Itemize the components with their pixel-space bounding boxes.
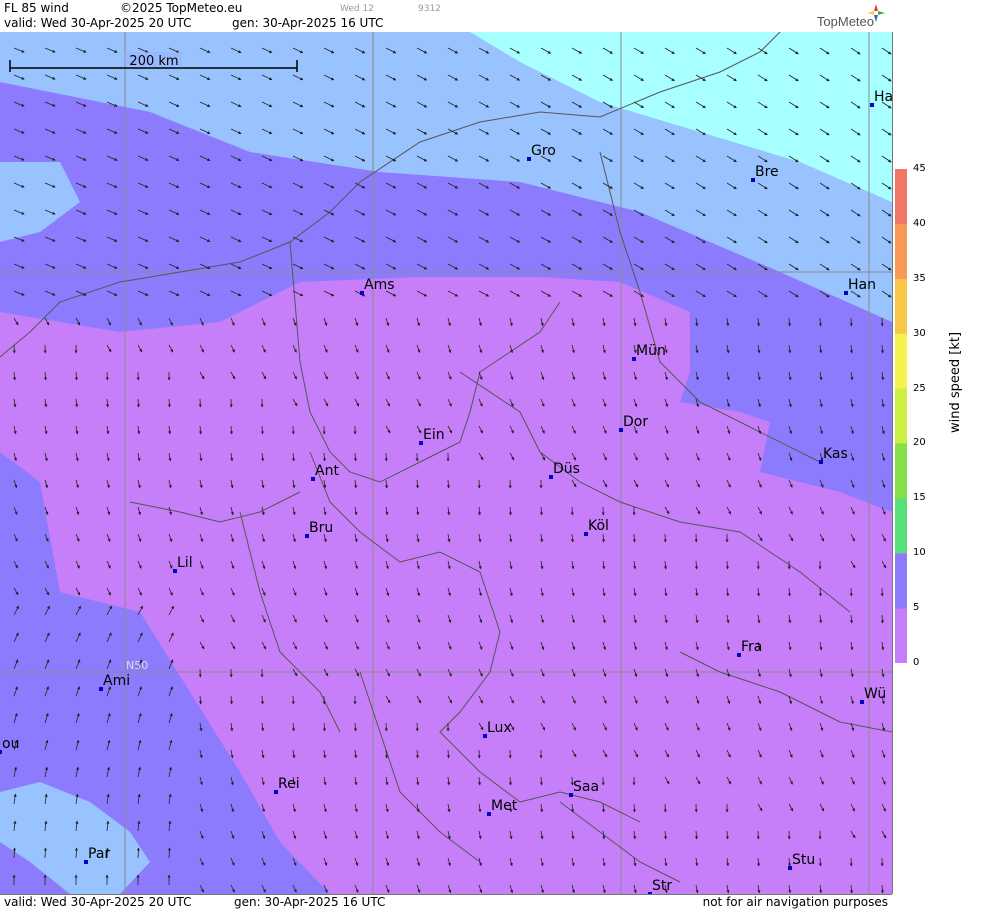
colorbar-tick: 5 xyxy=(913,602,919,613)
valid-time: valid: Wed 30-Apr-2025 20 UTC xyxy=(4,16,191,30)
map-header: FL 85 wind ©2025 TopMeteo.eu Wed 12 9312… xyxy=(0,0,892,33)
city-marker: Bru xyxy=(305,520,333,538)
city-label: ou xyxy=(2,736,19,752)
city-label: Lil xyxy=(177,555,193,571)
colorbar-tick: 0 xyxy=(913,657,919,668)
legend-title: wind speed [kt] xyxy=(948,332,963,433)
city-marker: Wü xyxy=(860,686,886,704)
legend-panel: 45 40 35 30 25 20 15 10 5 0 wind speed [kt] xyxy=(893,0,983,909)
city-label: Stu xyxy=(792,852,815,868)
colorbar-tick: 10 xyxy=(913,547,926,558)
graticule-label: N50 xyxy=(126,659,148,672)
colorbar-segment xyxy=(895,279,907,334)
city-marker: Mün xyxy=(632,343,666,361)
logo-text: TopMeteo xyxy=(817,14,874,29)
small-code-label: 9312 xyxy=(418,4,441,14)
colorbar-segment xyxy=(895,553,907,608)
wind-map[interactable]: 200 km N50 Gro Bre Ha Ams Han Mün Dor Ein Ant Düs… xyxy=(0,32,893,894)
city-marker: Bre xyxy=(751,164,779,182)
city-label: Saa xyxy=(573,779,599,795)
city-label: Rei xyxy=(278,776,300,792)
city-marker: ou xyxy=(0,736,19,754)
city-marker: Köl xyxy=(584,518,609,536)
copyright-text: ©2025 TopMeteo.eu xyxy=(120,1,242,15)
city-label: Ha xyxy=(874,89,892,105)
colorbar-tick: 30 xyxy=(913,328,926,339)
city-label: Lux xyxy=(487,720,512,736)
city-label: Ein xyxy=(423,427,445,443)
city-label: Met xyxy=(491,798,518,814)
city-label: Mün xyxy=(636,343,666,359)
city-marker: Gro xyxy=(527,143,556,161)
generated-time: gen: 30-Apr-2025 16 UTC xyxy=(232,16,383,30)
city-marker: Ami xyxy=(99,673,130,691)
city-marker: Dor xyxy=(619,414,648,432)
colorbar-tick: 45 xyxy=(913,163,926,174)
colorbar-tick: 35 xyxy=(913,273,926,284)
city-marker: Kas xyxy=(819,446,848,464)
city-marker: Met xyxy=(487,798,518,816)
colorbar-tick: 15 xyxy=(913,492,926,503)
city-label: Köl xyxy=(588,518,609,534)
city-label: Ams xyxy=(364,277,395,293)
city-marker: Ha xyxy=(870,89,892,107)
footer-generated-time: gen: 30-Apr-2025 16 UTC xyxy=(234,895,385,909)
map-footer: valid: Wed 30-Apr-2025 20 UTC gen: 30-Ap… xyxy=(0,894,892,910)
city-marker: Stu xyxy=(788,852,815,870)
city-label: Düs xyxy=(553,461,580,477)
colorbar-segment xyxy=(895,169,907,224)
city-label: Ami xyxy=(103,673,130,689)
small-day-label: Wed 12 xyxy=(340,4,374,14)
city-label: Gro xyxy=(531,143,556,159)
colorbar xyxy=(895,169,907,663)
colorbar-tick: 40 xyxy=(913,218,926,229)
colorbar-segment xyxy=(895,389,907,444)
disclaimer-text: not for air navigation purposes xyxy=(703,895,888,909)
city-label: Dor xyxy=(623,414,648,430)
city-label: Str xyxy=(652,878,672,894)
city-label: Par xyxy=(88,846,110,862)
colorbar-segment xyxy=(895,443,907,498)
city-label: Wü xyxy=(864,686,886,702)
colorbar-segment xyxy=(895,224,907,279)
city-marker: Düs xyxy=(549,461,580,479)
footer-valid-time: valid: Wed 30-Apr-2025 20 UTC xyxy=(4,895,191,909)
city-label: Bre xyxy=(755,164,779,180)
city-marker: Saa xyxy=(569,779,599,797)
city-label: Han xyxy=(848,277,876,293)
colorbar-tick: 20 xyxy=(913,437,926,448)
city-label: Fra xyxy=(741,639,762,655)
colorbar-segment xyxy=(895,498,907,553)
colorbar-tick: 25 xyxy=(913,383,926,394)
city-marker: Han xyxy=(844,277,876,295)
city-marker: Par xyxy=(84,846,110,864)
city-marker: Str xyxy=(648,878,672,894)
wind-speed-shading xyxy=(0,32,892,894)
city-marker: Rei xyxy=(274,776,300,794)
city-label: Kas xyxy=(823,446,848,462)
city-marker: Fra xyxy=(737,639,762,657)
product-title: FL 85 wind xyxy=(4,1,69,15)
city-marker: Ams xyxy=(360,277,395,295)
scale-bar-label: 200 km xyxy=(129,54,178,69)
city-marker: Ein xyxy=(419,427,445,445)
city-marker: Lux xyxy=(483,720,512,738)
city-marker: Ant xyxy=(311,463,339,481)
wind-map-canvas: 200 km N50 Gro Bre Ha Ams Han Mün Dor Ein Ant Düs… xyxy=(0,32,892,894)
colorbar-segment xyxy=(895,334,907,389)
colorbar-segment xyxy=(895,608,907,663)
city-label: Bru xyxy=(309,520,333,536)
city-label: Ant xyxy=(315,463,339,479)
